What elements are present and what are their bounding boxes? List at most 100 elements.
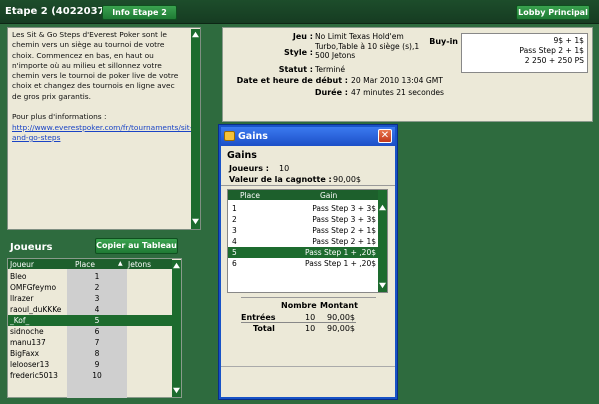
table-row[interactable]: manu137 7	[8, 337, 172, 348]
player-name: _Kof_	[10, 316, 30, 325]
buyin-line: 2 250 + 250 PS	[524, 56, 584, 65]
statut-value: Terminé	[315, 65, 345, 74]
player-name: Bleo	[10, 272, 27, 281]
buyin-label: Buy-in	[429, 37, 458, 46]
table-row[interactable]: 4 Pass Step 2 + 1$	[228, 236, 378, 247]
gains-joueurs-label: Joueurs :	[229, 164, 269, 173]
scroll-down-icon[interactable]	[379, 282, 386, 289]
gain-value: Pass Step 1 + ,20$	[305, 248, 376, 257]
scroll-down-icon[interactable]	[192, 218, 199, 225]
buyin-line: 9$ + 1$	[553, 36, 584, 45]
gain-value: Pass Step 2 + 1$	[312, 237, 376, 246]
gains-divider	[221, 185, 395, 186]
sort-up-icon[interactable]: ▲	[118, 260, 123, 267]
top-bar: Etape 2 (40220374) Info Etape 2 Lobby Pr…	[0, 0, 599, 24]
lobby-principal-button[interactable]: Lobby Principal	[516, 5, 590, 20]
player-place: 1	[94, 272, 100, 281]
col-place[interactable]: Place	[75, 260, 95, 269]
player-name: frederic5013	[10, 371, 58, 380]
gains-table: Place Gain 1 Pass Step 3 + 3$ 2 Pass Step 3…	[227, 189, 388, 293]
gain-place: 6	[232, 259, 237, 268]
gains-cagnotte-label: Valeur de la cagnotte :	[229, 175, 332, 184]
buyin-box: 9$ + 1$ Pass Step 2 + 1$ 2 250 + 250 PS	[461, 33, 588, 73]
player-name: llrazer	[10, 294, 34, 303]
scroll-down-icon[interactable]	[173, 387, 180, 394]
gain-place: 4	[232, 237, 237, 246]
gains-heading: Gains	[227, 150, 257, 161]
summary-col-nombre: Nombre	[281, 301, 317, 310]
table-row[interactable]: 6 Pass Step 1 + ,20$	[228, 258, 378, 269]
table-row[interactable]: raoul_duKKKe 4	[8, 304, 172, 315]
player-name: raoul_duKKKe	[10, 305, 62, 314]
entrees-nombre: 10	[305, 313, 316, 322]
entrees-montant: 90,00$	[327, 313, 355, 322]
summary-col-montant: Montant	[320, 301, 358, 310]
player-place: 7	[94, 338, 100, 347]
player-place: 6	[94, 327, 100, 336]
player-place: 5	[94, 316, 100, 325]
entrees-label: Entrées	[241, 313, 276, 322]
summary-divider	[241, 297, 376, 298]
table-row[interactable]: 3 Pass Step 2 + 1$	[228, 225, 378, 236]
players-header: Joueur Place ▲ Jetons	[8, 259, 172, 269]
total-label: Total	[253, 324, 275, 333]
table-row[interactable]: sidnoche 6	[8, 326, 172, 337]
gains-cagnotte-value: 90,00$	[333, 175, 361, 184]
player-place: 8	[94, 349, 100, 358]
scroll-up-icon[interactable]	[379, 204, 386, 211]
player-name: BigFaxx	[10, 349, 40, 358]
copy-table-button[interactable]: Copier au Tableau	[95, 238, 178, 254]
table-row[interactable]: 5 Pass Step 1 + ,20$	[228, 247, 378, 258]
total-montant: 90,00$	[327, 324, 355, 333]
players-rows: Bleo 1 OMFGfeymo 2 llrazer 3 raoul_duKKKe 4 _Kof…	[8, 271, 172, 391]
table-row[interactable]: 1 Pass Step 3 + 3$	[228, 203, 378, 214]
gain-value: Pass Step 2 + 1$	[312, 226, 376, 235]
gains-scrollbar[interactable]	[378, 190, 387, 292]
duree-label: Durée :	[314, 88, 348, 97]
gains-joueurs-value: 10	[279, 164, 290, 173]
table-row[interactable]: _Kof_ 5	[8, 315, 172, 326]
player-name: OMFGfeymo	[10, 283, 57, 292]
gain-place: 3	[232, 226, 237, 235]
table-row[interactable]: frederic5013 10	[8, 370, 172, 381]
col-joueur[interactable]: Joueur	[10, 260, 34, 269]
player-place: 2	[94, 283, 100, 292]
total-nombre: 10	[305, 324, 316, 333]
description-body: Les Sit & Go Steps d'Everest Poker sont …	[12, 30, 179, 101]
table-row[interactable]: llrazer 3	[8, 293, 172, 304]
everest-link[interactable]: http://www.everestpoker.com/fr/tournamen…	[12, 123, 192, 142]
scroll-up-icon[interactable]	[192, 31, 199, 38]
player-place: 9	[94, 360, 100, 369]
duree-value: 47 minutes 21 secondes	[351, 88, 445, 97]
description-panel: Les Sit & Go Steps d'Everest Poker sont …	[7, 27, 201, 230]
col-gain[interactable]: Gain	[320, 191, 337, 200]
table-row[interactable]: Bleo 1	[8, 271, 172, 282]
jeu-label: Jeu :	[292, 32, 313, 41]
more-info-label: Pour plus d'informations :	[12, 112, 107, 122]
window-title: Etape 2 (40220374)	[5, 6, 117, 17]
gain-place: 2	[232, 215, 237, 224]
table-row[interactable]: BigFaxx 8	[8, 348, 172, 359]
col-place[interactable]: Place	[240, 191, 260, 200]
gains-titlebar[interactable]: Gains ✕	[221, 127, 395, 146]
col-jetons[interactable]: Jetons	[128, 260, 151, 269]
player-place: 3	[94, 294, 100, 303]
player-name: manu137	[10, 338, 46, 347]
table-row[interactable]: OMFGfeymo 2	[8, 282, 172, 293]
close-icon[interactable]: ✕	[378, 129, 392, 143]
date-value: 20 Mar 2010 13:04 GMT	[351, 76, 443, 85]
gains-window-title: Gains	[238, 131, 268, 142]
table-row[interactable]: lelooser13 9	[8, 359, 172, 370]
description-scrollbar[interactable]	[191, 29, 200, 229]
player-name: sidnoche	[10, 327, 44, 336]
gain-place: 5	[232, 248, 237, 257]
players-scrollbar[interactable]	[172, 260, 181, 397]
gains-footer-divider	[221, 366, 395, 367]
info-etape-button[interactable]: Info Etape 2	[102, 5, 177, 20]
gains-window: Gains ✕ Gains Joueurs : 10 Valeur de la …	[219, 125, 397, 399]
table-row[interactable]: 2 Pass Step 3 + 3$	[228, 214, 378, 225]
gain-place: 1	[232, 204, 237, 213]
style-value: Turbo,Table à 10 siège (s),1 500 Jetons	[315, 42, 420, 60]
description-text: Les Sit & Go Steps d'Everest Poker sont …	[12, 30, 192, 143]
scroll-up-icon[interactable]	[173, 262, 180, 269]
